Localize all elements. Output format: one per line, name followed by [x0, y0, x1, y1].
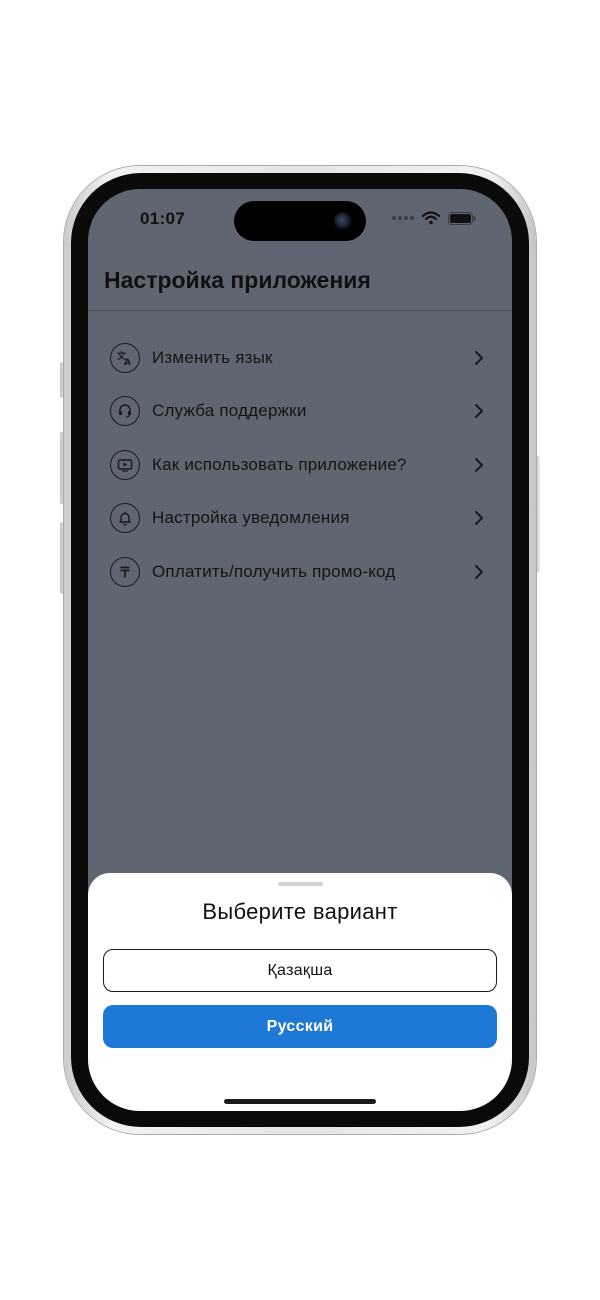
option-russian-button[interactable]: Русский	[103, 1005, 497, 1048]
dynamic-island	[234, 201, 366, 241]
language-bottom-sheet: Выберите вариант Қазақша Русский	[88, 873, 512, 1111]
menu-item-label: Служба поддержки	[152, 401, 307, 421]
phone-screen: 01:07 Настройка приложения 文 A Изменить …	[88, 189, 512, 1111]
chevron-right-icon	[475, 457, 483, 472]
wifi-icon	[422, 211, 440, 225]
menu-item-notifications[interactable]: Настройка уведомления	[110, 492, 488, 546]
home-indicator[interactable]	[224, 1099, 376, 1104]
chevron-right-icon	[475, 564, 483, 579]
header-divider	[88, 310, 512, 311]
menu-item-promo-code[interactable]: Оплатить/получить промо-код	[110, 545, 488, 599]
menu-item-label: Как использовать приложение?	[152, 454, 407, 474]
menu-item-how-to-use[interactable]: Как использовать приложение?	[110, 438, 488, 492]
menu-item-label: Оплатить/получить промо-код	[152, 561, 396, 581]
translate-icon: 文 A	[110, 342, 140, 373]
chevron-right-icon	[475, 511, 483, 526]
battery-icon	[448, 211, 476, 225]
bell-icon	[110, 503, 140, 534]
sheet-title: Выберите вариант	[202, 899, 398, 924]
menu-item-support[interactable]: Служба поддержки	[110, 385, 488, 439]
status-icons	[392, 211, 476, 225]
svg-text:A: A	[124, 358, 131, 367]
signal-dots-icon	[392, 216, 414, 220]
camera-icon	[334, 212, 352, 230]
chevron-right-icon	[475, 350, 483, 365]
option-kazakh-button[interactable]: Қазақша	[103, 949, 497, 992]
tenge-icon	[110, 556, 140, 587]
sheet-drag-handle[interactable]	[278, 882, 323, 886]
video-play-icon	[110, 449, 140, 480]
stage: 01:07 Настройка приложения 文 A Изменить …	[0, 0, 600, 1300]
page-title: Настройка приложения	[104, 267, 371, 293]
menu-item-change-language[interactable]: 文 A Изменить язык	[110, 331, 488, 385]
chevron-right-icon	[475, 404, 483, 419]
menu-item-label: Настройка уведомления	[152, 508, 350, 528]
settings-menu: 文 A Изменить язык Служба поддержки Как и…	[110, 331, 488, 599]
menu-item-label: Изменить язык	[152, 347, 273, 367]
status-time: 01:07	[140, 209, 185, 228]
support-icon	[110, 396, 140, 427]
